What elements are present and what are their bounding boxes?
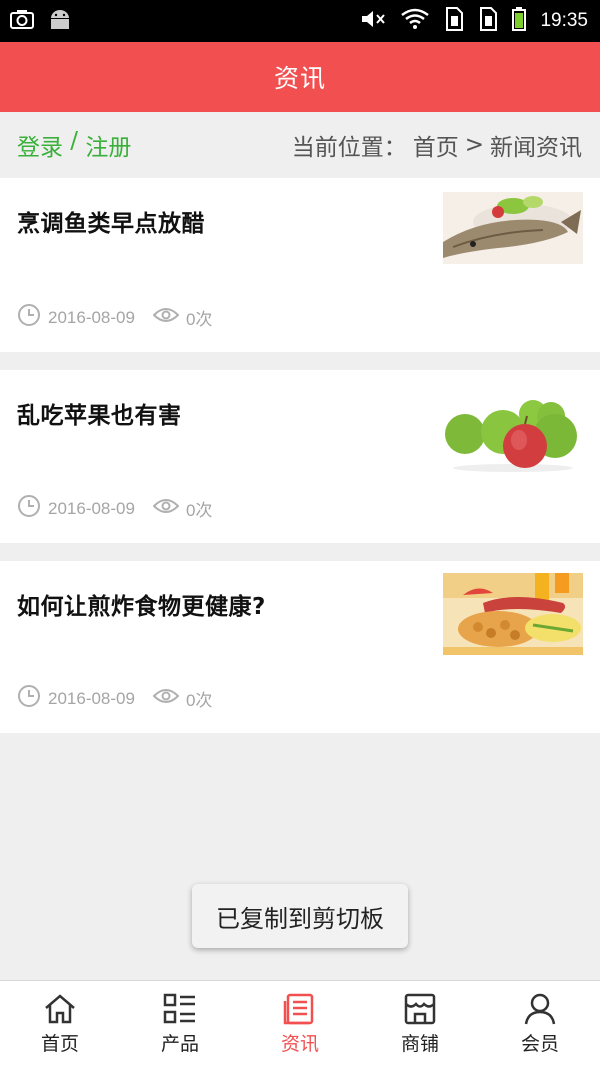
breadcrumb-location-label: 当前位置： <box>291 135 407 161</box>
news-date: 2016-08-09 <box>48 688 135 708</box>
shop-icon <box>403 993 437 1025</box>
fish-dish-image[interactable] <box>443 192 583 264</box>
eye-icon <box>152 686 180 711</box>
news-views: 0次 <box>185 501 213 520</box>
eye-icon <box>152 305 180 330</box>
eye-icon <box>152 496 180 521</box>
auth-separator: / <box>63 128 86 154</box>
nav-products[interactable]: 产品 <box>120 981 240 1067</box>
apples-image[interactable] <box>443 392 583 472</box>
home-icon <box>43 993 77 1025</box>
app-header: 资讯 <box>0 42 600 112</box>
breadcrumb-arrow: > <box>464 132 484 158</box>
status-bar: 19:35 <box>0 0 600 42</box>
news-list-item[interactable]: 如何让煎炸食物更健康? 2016-08-09 0次 <box>0 561 600 733</box>
news-document-icon <box>283 993 317 1025</box>
fried-food-image[interactable] <box>443 573 583 655</box>
nav-label: 产品 <box>160 1032 199 1055</box>
mute-icon <box>360 8 386 34</box>
news-title[interactable]: 如何让煎炸食物更健康? <box>17 587 266 621</box>
nav-member[interactable]: 会员 <box>480 981 600 1067</box>
clock-icon <box>17 494 41 523</box>
page-title: 资讯 <box>273 64 326 93</box>
nav-label: 首页 <box>40 1032 79 1055</box>
user-icon <box>523 993 557 1025</box>
breadcrumb-home-link[interactable]: 首页 <box>413 128 459 162</box>
news-meta: 2016-08-09 0次 <box>17 303 212 332</box>
clock-icon <box>17 684 41 713</box>
news-list-item[interactable]: 烹调鱼类早点放醋 2016-08-09 0次 <box>0 178 600 352</box>
news-date: 2016-08-09 <box>48 498 135 518</box>
news-meta: 2016-08-09 0次 <box>17 494 212 523</box>
news-list-item[interactable]: 乱吃苹果也有害 2016-08-09 0次 <box>0 370 600 543</box>
screenshot-icon <box>10 9 34 33</box>
breadcrumb: 当前位置： 首页 > 新闻资讯 <box>292 128 582 162</box>
nav-home[interactable]: 首页 <box>0 981 120 1067</box>
news-date: 2016-08-09 <box>48 307 135 327</box>
nav-label: 资讯 <box>280 1032 319 1055</box>
login-link[interactable]: 登录 <box>17 128 63 162</box>
wifi-icon <box>400 8 430 34</box>
nav-label: 会员 <box>520 1032 559 1055</box>
nav-shops[interactable]: 商铺 <box>360 981 480 1067</box>
news-meta: 2016-08-09 0次 <box>17 684 212 713</box>
register-link[interactable]: 注册 <box>85 128 131 162</box>
news-title[interactable]: 烹调鱼类早点放醋 <box>17 204 205 238</box>
news-views: 0次 <box>185 691 213 710</box>
clock-time: 19:35 <box>540 10 588 31</box>
news-views: 0次 <box>185 310 213 329</box>
nav-label: 商铺 <box>400 1032 439 1055</box>
sim2-icon <box>478 7 498 35</box>
sim1-icon <box>444 7 464 35</box>
news-title[interactable]: 乱吃苹果也有害 <box>17 396 182 430</box>
nav-news[interactable]: 资讯 <box>240 981 360 1067</box>
breadcrumb-current: 新闻资讯 <box>490 135 582 161</box>
product-grid-icon <box>163 993 197 1025</box>
battery-icon <box>512 7 527 35</box>
toast-message: 已复制到剪切板 <box>192 884 408 948</box>
android-icon <box>48 8 72 34</box>
clock-icon <box>17 303 41 332</box>
bottom-nav: 首页 产品 资讯 商铺 会员 <box>0 980 600 1067</box>
auth-links: 登录 / 注册 <box>17 128 131 162</box>
breadcrumb-bar: 登录 / 注册 当前位置： 首页 > 新闻资讯 <box>0 112 600 178</box>
